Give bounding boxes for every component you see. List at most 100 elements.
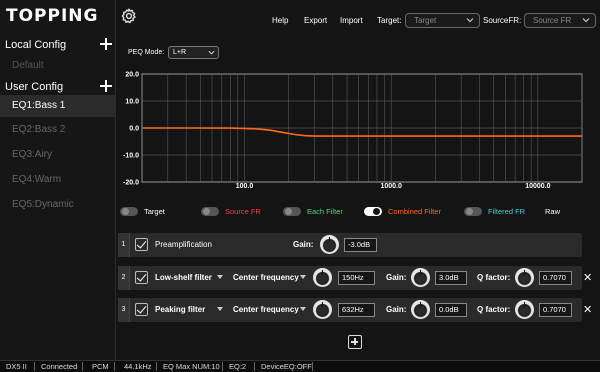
status-device: DX5 II bbox=[6, 362, 27, 371]
filter-3-type-select[interactable]: Peaking filter bbox=[155, 298, 205, 322]
sidebar-item-eq2[interactable]: EQ2:Bass 2 bbox=[0, 119, 116, 141]
filter-2-gain-knob[interactable] bbox=[411, 268, 430, 287]
filter-2-enable-checkbox[interactable] bbox=[135, 271, 148, 284]
status-separator bbox=[114, 362, 115, 371]
source-fr-select-value: Source FR bbox=[533, 16, 572, 25]
sidebar-item-eq5[interactable]: EQ5:Dynamic bbox=[0, 194, 116, 216]
preamp-enable-checkbox[interactable] bbox=[135, 238, 148, 251]
toggle-target[interactable] bbox=[120, 207, 138, 216]
chevron-down-icon bbox=[466, 18, 474, 23]
x-tick-label: 1000.0 bbox=[380, 183, 402, 188]
filter-2-frequency-knob[interactable] bbox=[313, 268, 332, 287]
legend-label-combined-filter: Combined Filter bbox=[388, 207, 441, 216]
status-format: PCM bbox=[92, 362, 109, 371]
status-eq-count: EQ:2 bbox=[229, 362, 247, 371]
toggle-source-fr[interactable] bbox=[201, 207, 219, 216]
legend-label-each-filter: Each Filter bbox=[307, 207, 343, 216]
filter-row-3: 3 Peaking filter Center frequency 632Hz … bbox=[118, 298, 592, 322]
filter-3-gain-field[interactable]: 0.0dB bbox=[435, 303, 467, 317]
sidebar: TOPPING Local Config Default User Config… bbox=[0, 0, 116, 360]
filter-2-type-select[interactable]: Low-shelf filter bbox=[155, 266, 212, 290]
filter-3-gain-label: Gain: bbox=[386, 305, 407, 314]
source-fr-select[interactable]: Source FR bbox=[524, 13, 596, 28]
status-separator bbox=[82, 362, 83, 371]
status-separator bbox=[222, 362, 223, 371]
user-config-title: User Config bbox=[5, 81, 64, 93]
filter-2-gain-label: Gain: bbox=[386, 273, 407, 282]
filter-row-preamp: 1 Preamplification Gain: -3.0dB bbox=[118, 233, 582, 257]
filter-3-frequency-knob[interactable] bbox=[313, 300, 332, 319]
row-number: 2 bbox=[118, 266, 130, 290]
status-separator bbox=[34, 362, 35, 371]
y-tick-label: 20.0 bbox=[125, 72, 139, 79]
filter-3-delete-icon[interactable]: ✕ bbox=[583, 298, 592, 322]
y-tick-label: 10.0 bbox=[125, 99, 139, 106]
add-user-config-button[interactable] bbox=[100, 80, 112, 92]
filter-2-mode-select[interactable]: Center frequency bbox=[233, 266, 299, 290]
peq-mode-value: L+R bbox=[173, 49, 187, 56]
frequency-response-chart[interactable]: 20.0 10.0 0.0 -10.0 -20.0 100.0 1000.0 10000.0 bbox=[118, 64, 588, 188]
filter-3-q-knob[interactable] bbox=[515, 300, 534, 319]
chevron-down-icon bbox=[208, 50, 215, 55]
target-select-value: Target bbox=[414, 16, 437, 25]
chevron-down-icon bbox=[217, 275, 223, 279]
filter-3-frequency-field[interactable]: 632Hz bbox=[338, 303, 375, 317]
row-number: 1 bbox=[118, 233, 130, 257]
import-link[interactable]: Import bbox=[340, 16, 363, 25]
y-tick-label: 0.0 bbox=[129, 126, 139, 133]
filter-row-2: 2 Low-shelf filter Center frequency 150H… bbox=[118, 266, 592, 290]
legend-label-raw: Raw bbox=[545, 207, 561, 216]
filter-2-delete-icon[interactable]: ✕ bbox=[583, 266, 592, 290]
chevron-down-icon bbox=[217, 307, 223, 311]
toggle-each-filter[interactable] bbox=[283, 207, 301, 216]
source-fr-label: SourceFR: bbox=[483, 16, 522, 25]
app-logo: TOPPING bbox=[6, 6, 99, 26]
sidebar-item-eq4[interactable]: EQ4:Warm bbox=[0, 169, 116, 191]
legend-label-filtered-fr: Filtered FR bbox=[488, 207, 526, 216]
filter-3-enable-checkbox[interactable] bbox=[135, 303, 148, 316]
preamp-gain-knob[interactable] bbox=[320, 235, 339, 254]
target-label: Target: bbox=[377, 16, 402, 25]
add-local-config-button[interactable] bbox=[100, 38, 112, 50]
filter-3-gain-knob[interactable] bbox=[411, 300, 430, 319]
filter-3-q-label: Q factor: bbox=[477, 305, 511, 314]
filter-2-frequency-field[interactable]: 150Hz bbox=[338, 271, 375, 285]
filter-2-q-knob[interactable] bbox=[515, 268, 534, 287]
y-tick-label: -20.0 bbox=[123, 180, 139, 187]
status-separator bbox=[312, 362, 313, 371]
export-link[interactable]: Export bbox=[304, 16, 327, 25]
chevron-down-icon bbox=[300, 275, 306, 279]
add-filter-button[interactable] bbox=[348, 335, 362, 349]
filter-2-q-field[interactable]: 0.7070 bbox=[539, 271, 572, 285]
peq-mode-select[interactable]: L+R bbox=[168, 46, 219, 59]
sidebar-item-eq1[interactable]: EQ1:Bass 1 bbox=[0, 95, 116, 117]
toggle-combined-filter[interactable] bbox=[364, 207, 382, 216]
preamp-gain-label: Gain: bbox=[293, 240, 314, 249]
row-number: 3 bbox=[118, 298, 130, 322]
chevron-down-icon bbox=[300, 307, 306, 311]
status-device-eq: DeviceEQ:OFF bbox=[261, 362, 312, 371]
filter-2-gain-field[interactable]: 3.0dB bbox=[435, 271, 467, 285]
gear-icon[interactable] bbox=[121, 8, 137, 24]
chevron-down-icon bbox=[582, 18, 590, 23]
status-connection: Connected bbox=[41, 362, 78, 371]
toggle-filtered-fr[interactable] bbox=[464, 207, 482, 216]
filter-3-mode-select[interactable]: Center frequency bbox=[233, 298, 299, 322]
sidebar-item-default[interactable]: Default bbox=[0, 55, 116, 77]
preamp-gain-field[interactable]: -3.0dB bbox=[344, 238, 377, 252]
local-config-title: Local Config bbox=[5, 39, 67, 51]
status-separator bbox=[156, 362, 157, 371]
help-link[interactable]: Help bbox=[272, 16, 288, 25]
sidebar-item-eq3[interactable]: EQ3:Airy bbox=[0, 144, 116, 166]
filter-3-q-field[interactable]: 0.7070 bbox=[539, 303, 572, 317]
status-separator bbox=[254, 362, 255, 371]
status-eq-max: EQ Max NUM:10 bbox=[163, 362, 220, 371]
legend-label-target: Target bbox=[144, 207, 165, 216]
target-select[interactable]: Target bbox=[405, 13, 480, 28]
preamp-label: Preamplification bbox=[155, 240, 212, 249]
x-tick-label: 100.0 bbox=[236, 183, 254, 188]
status-sample-rate: 44.1kHz bbox=[124, 362, 152, 371]
y-tick-label: -10.0 bbox=[123, 153, 139, 160]
legend-label-source-fr: Source FR bbox=[225, 207, 261, 216]
status-bar: DX5 II Connected PCM 44.1kHz EQ Max NUM:… bbox=[0, 360, 600, 372]
